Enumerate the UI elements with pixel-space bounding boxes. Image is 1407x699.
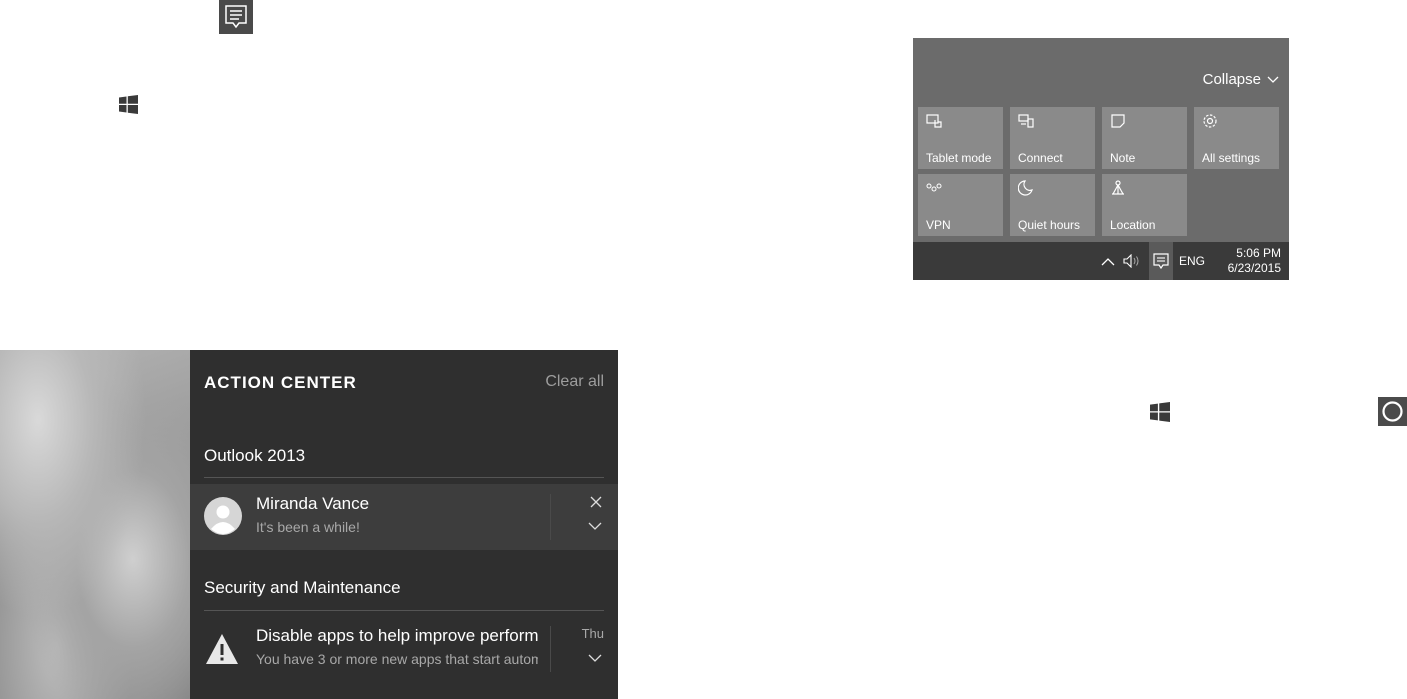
notification-item[interactable]: Disable apps to help improve performance… [190, 616, 618, 682]
notification-time: Thu [581, 626, 604, 641]
divider [204, 477, 604, 478]
action-center-panel: ACTION CENTER Clear all Outlook 2013 Mir… [190, 350, 618, 699]
tile-label: Connect [1018, 151, 1063, 165]
volume-button[interactable] [1121, 242, 1145, 280]
action-center-icon [1153, 253, 1169, 270]
tile-note[interactable]: Note [1102, 107, 1187, 169]
chevron-up-icon [1101, 257, 1115, 265]
tile-label: Quiet hours [1018, 218, 1081, 232]
tile-tablet-mode[interactable]: Tablet mode [918, 107, 1003, 169]
collapse-label: Collapse [1202, 71, 1261, 88]
warning-icon [206, 634, 238, 664]
close-icon[interactable] [590, 496, 602, 508]
tile-quiet-hours[interactable]: Quiet hours [1010, 174, 1095, 236]
group-header-security[interactable]: Security and Maintenance [204, 578, 401, 598]
notification-body: You have 3 or more new apps that start a… [256, 651, 538, 667]
tablet-mode-icon [926, 114, 942, 128]
tile-connect[interactable]: Connect [1010, 107, 1095, 169]
taskbar: ENG 5:06 PM 6/23/2015 [913, 242, 1289, 280]
chevron-down-icon[interactable] [588, 522, 602, 531]
tile-vpn[interactable]: VPN [918, 174, 1003, 236]
tile-label: Note [1110, 151, 1136, 165]
divider [550, 626, 551, 672]
notification-body: It's been a while! [256, 519, 360, 535]
volume-icon [1123, 254, 1139, 268]
notification-title: Disable apps to help improve performance [256, 626, 538, 645]
collapse-button[interactable]: Collapse [1203, 71, 1289, 88]
location-icon [1112, 180, 1124, 195]
group-header-outlook[interactable]: Outlook 2013 [204, 446, 305, 466]
show-hidden-icons-button[interactable] [1097, 242, 1119, 280]
action-center-button[interactable] [1149, 242, 1173, 280]
tile-label: VPN [926, 218, 951, 232]
language-indicator[interactable]: ENG [1177, 242, 1207, 280]
clock-time: 5:06 PM [1236, 246, 1281, 260]
desktop-wallpaper [0, 350, 190, 699]
tile-all-settings[interactable]: All settings [1194, 107, 1279, 169]
tile-label: Tablet mode [926, 151, 992, 165]
tile-location[interactable]: Location [1102, 174, 1187, 236]
notification-title: Miranda Vance [256, 494, 370, 513]
clear-all-button[interactable]: Clear all [545, 373, 604, 391]
avatar-icon [204, 497, 242, 535]
chevron-down-icon [1267, 76, 1279, 83]
windows-logo-icon[interactable] [1150, 402, 1170, 422]
tile-label: All settings [1202, 151, 1261, 165]
vpn-icon [926, 183, 942, 192]
note-icon [1111, 114, 1125, 128]
divider [204, 610, 604, 611]
settings-icon [1203, 114, 1217, 128]
moon-icon [1018, 180, 1033, 196]
action-center-icon[interactable] [219, 0, 253, 34]
notification-item[interactable]: Miranda Vance It's been a while! [190, 484, 618, 550]
clock[interactable]: 5:06 PM 6/23/2015 [1228, 246, 1281, 276]
action-center-title: ACTION CENTER [204, 373, 357, 392]
windows-logo-icon[interactable] [119, 95, 138, 114]
cortana-icon[interactable] [1378, 397, 1407, 426]
tile-label: Location [1110, 218, 1156, 232]
quick-actions-panel: Collapse Tablet mode Connect Note All se… [913, 38, 1289, 280]
clock-date: 6/23/2015 [1227, 261, 1281, 275]
chevron-down-icon[interactable] [588, 654, 602, 663]
connect-icon [1018, 114, 1034, 128]
divider [550, 494, 551, 540]
